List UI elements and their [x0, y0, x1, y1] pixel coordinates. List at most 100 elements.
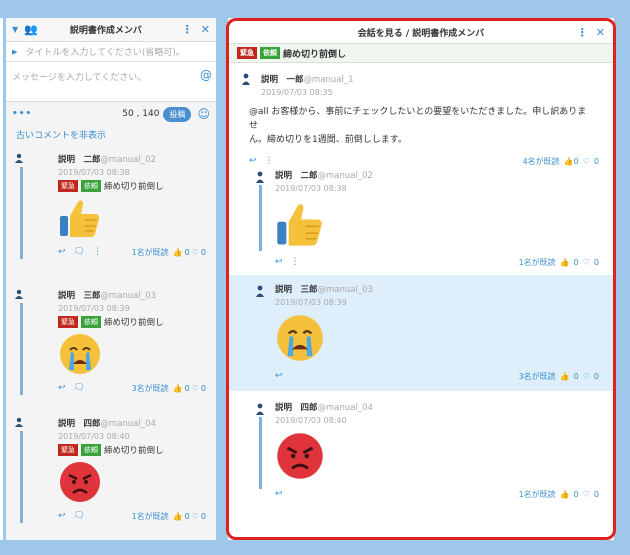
comment-actions: ↩ ⋮ 1名が既読 👍 0 ♡ 0 — [275, 252, 603, 272]
heart-count: 0 — [200, 511, 206, 521]
like-icon[interactable]: 👍 — [173, 512, 183, 521]
conversation-panel: 会話を見る / 説明書作成メンバ ⋮ ✕ 緊急 依頼 締め切り前倒し 説明 一郎… — [226, 18, 616, 540]
quote-icon[interactable]: 🗨 — [74, 383, 85, 393]
reply-icon[interactable]: ↩ — [58, 383, 66, 393]
heart-icon[interactable]: ♡ — [583, 258, 590, 267]
author-name: 説明 一郎 — [261, 75, 304, 85]
author-name: 説明 三郎 — [275, 285, 318, 295]
expand-triangle-icon[interactable]: ▶ — [12, 48, 17, 56]
read-status[interactable]: 1名が既読 — [519, 489, 556, 500]
comment-date: 2019/07/03 08:38 — [58, 168, 130, 177]
heart-icon[interactable]: ♡ — [192, 512, 199, 521]
heart-icon[interactable]: ♡ — [192, 384, 199, 393]
comment-author: 説明 三郎@manual_03 — [275, 283, 603, 295]
read-status[interactable]: 3名が既読 — [132, 383, 169, 394]
thumbs-up-icon — [277, 204, 322, 246]
thread-bar — [20, 303, 23, 395]
comment-item: 説明 四郎@manual_04 2019/07/03 08:40 ↩ 1名が既読… — [229, 393, 613, 513]
thread-bar — [20, 431, 23, 523]
heart-count: 0 — [593, 257, 599, 267]
heart-count: 0 — [200, 247, 206, 257]
comment-date: 2019/07/03 08:40 — [58, 432, 130, 441]
read-status[interactable]: 1名が既読 — [132, 511, 169, 522]
author-id: @manual_03 — [317, 285, 373, 295]
author-name: 説明 四郎 — [58, 419, 101, 429]
quote-icon[interactable]: 🗨 — [74, 247, 85, 257]
comment-subject: 締め切り前倒し — [104, 446, 164, 456]
request-tag: 依頼 — [81, 444, 101, 456]
thread-bar — [259, 185, 262, 251]
comment-item: 説明 四郎@manual_04 2019/07/03 08:40 緊急 依頼 締… — [6, 411, 216, 539]
author-name: 説明 四郎 — [275, 403, 318, 413]
message-input[interactable]: メッセージを入力してください。 @ — [6, 62, 216, 102]
like-icon[interactable]: 👍 — [560, 258, 570, 267]
like-count: 0 — [573, 257, 579, 267]
read-status[interactable]: 3名が既読 — [519, 371, 556, 382]
comment-subject: 締め切り前倒し — [104, 318, 164, 328]
comment-item-selected[interactable]: 説明 三郎@manual_03 2019/07/03 08:39 ↩ 3名が既読… — [229, 275, 613, 391]
emoji-picker-icon[interactable]: ☺ — [197, 107, 210, 121]
like-icon[interactable]: 👍 — [173, 248, 183, 257]
urgent-tag: 緊急 — [237, 47, 257, 59]
message-line: @all お客様から、事前にチェックしたいとの要望をいただきました。申し訳ありま… — [249, 107, 587, 131]
read-status[interactable]: 1名が既読 — [519, 257, 556, 268]
collapse-caret-icon[interactable]: ▼ — [12, 25, 18, 34]
group-panel-header: ▼ 👥 説明書作成メンバ ⋮ ✕ — [6, 18, 216, 42]
close-icon[interactable]: ✕ — [596, 26, 605, 39]
reply-icon[interactable]: ↩ — [58, 247, 66, 257]
comment-tags: 緊急 依頼 締め切り前倒し — [36, 444, 208, 456]
comment-item: 説明 二郎@manual_02 2019/07/03 08:38 緊急 依頼 締… — [6, 147, 216, 283]
read-status[interactable]: 1名が既読 — [132, 247, 169, 258]
heart-icon[interactable]: ♡ — [583, 490, 590, 499]
comment-author: 説明 二郎@manual_02 — [36, 153, 208, 165]
author-id: @manual_02 — [317, 171, 373, 181]
quote-icon[interactable]: 🗨 — [74, 511, 85, 521]
comment-actions: ↩ 🗨 ⋮ 1名が既読 👍 0 ♡ 0 — [36, 243, 208, 261]
title-input-placeholder: タイトルを入力してください(省略可)。 — [25, 48, 185, 58]
more-menu-icon[interactable]: ⋮ — [577, 26, 588, 39]
comment-subject: 締め切り前倒し — [104, 182, 164, 192]
close-icon[interactable]: ✕ — [201, 23, 210, 36]
hide-old-comments-link[interactable]: 古いコメントを非表示 — [6, 126, 216, 147]
heart-icon[interactable]: ♡ — [583, 372, 590, 381]
author-name: 説明 二郎 — [58, 155, 101, 165]
author-id: @manual_04 — [317, 403, 373, 413]
topic-author: 説明 一郎@manual_1 — [261, 73, 603, 85]
crying-face-icon — [60, 334, 100, 374]
angry-face-icon — [60, 462, 100, 502]
like-icon[interactable]: 👍 — [173, 384, 183, 393]
more-menu-icon[interactable]: ⋮ — [291, 257, 300, 267]
topic-title: 締め切り前倒し — [283, 49, 347, 60]
header-controls: ⋮ ✕ — [569, 26, 605, 39]
reply-icon[interactable]: ↩ — [275, 489, 283, 499]
top-background — [0, 0, 630, 18]
topic-message: @all お客様から、事前にチェックしたいとの要望をいただきました。申し訳ありま… — [249, 105, 603, 147]
mention-icon[interactable]: @ — [200, 68, 212, 82]
urgent-tag: 緊急 — [58, 180, 78, 192]
group-title: 説明書作成メンバ — [69, 26, 142, 36]
more-menu-icon[interactable]: ⋮ — [182, 23, 193, 36]
heart-count: 0 — [200, 383, 206, 393]
title-input[interactable]: ▶ タイトルを入力してください(省略可)。 — [6, 42, 216, 62]
reply-icon[interactable]: ↩ — [275, 257, 283, 267]
like-count: 0 — [184, 247, 190, 257]
reply-icon[interactable]: ↩ — [58, 511, 66, 521]
like-icon[interactable]: 👍 — [560, 372, 570, 381]
heart-count: 0 — [593, 489, 599, 499]
like-icon[interactable]: 👍 — [560, 490, 570, 499]
user-avatar-icon — [15, 289, 23, 299]
heart-icon[interactable]: ♡ — [192, 248, 199, 257]
conversation-title: 会話を見る / 説明書作成メンバ — [357, 28, 485, 39]
more-options-icon[interactable]: ••• — [12, 109, 32, 119]
thread-bar — [20, 167, 23, 259]
comment-author: 説明 四郎@manual_04 — [36, 417, 208, 429]
comment-tags: 緊急 依頼 締め切り前倒し — [36, 180, 208, 192]
more-menu-icon[interactable]: ⋮ — [93, 247, 102, 257]
user-avatar-icon — [15, 417, 23, 427]
comment-date: 2019/07/03 08:39 — [58, 304, 130, 313]
reply-icon[interactable]: ↩ — [275, 371, 283, 381]
comment-date: 2019/07/03 08:38 — [275, 184, 347, 193]
comment-author: 説明 四郎@manual_04 — [275, 401, 603, 413]
post-button[interactable]: 投稿 — [163, 106, 192, 122]
author-id: @manual_04 — [100, 419, 156, 429]
